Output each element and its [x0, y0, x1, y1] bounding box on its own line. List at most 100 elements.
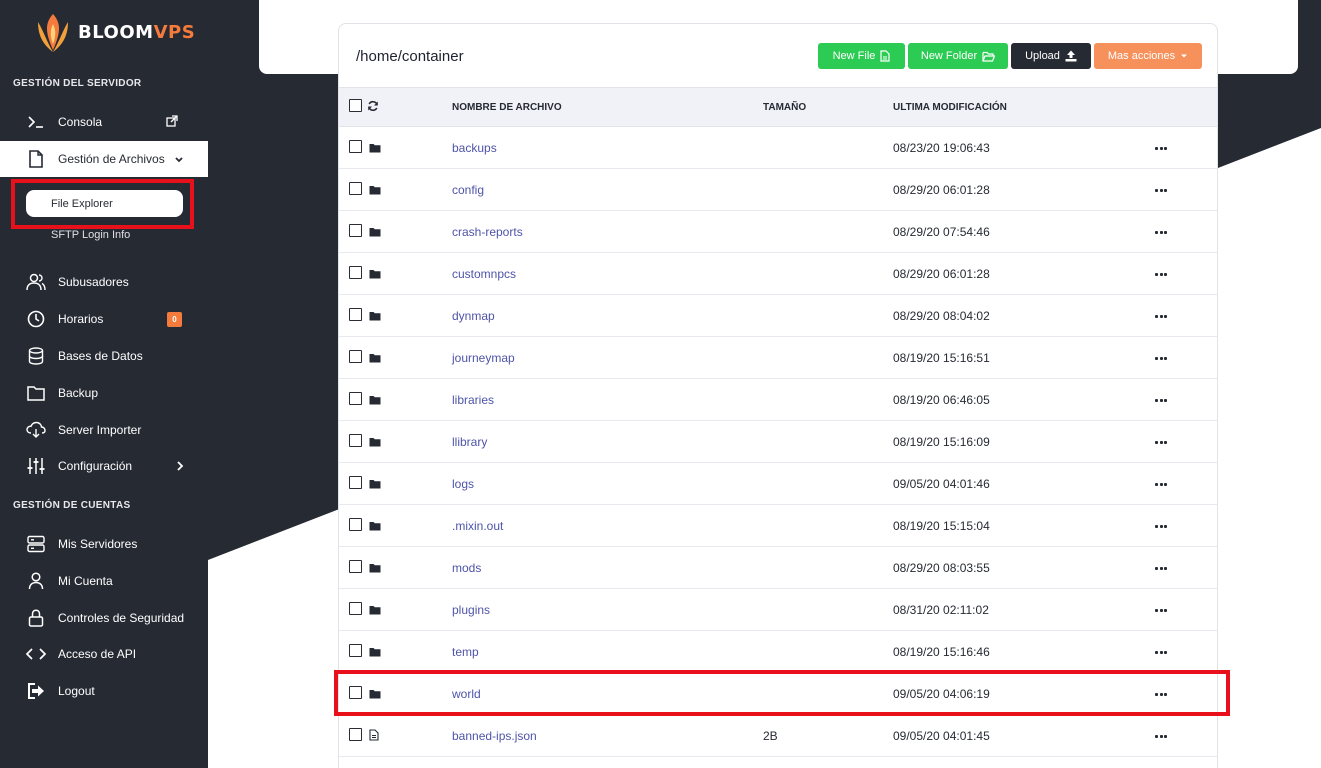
file-row[interactable]: config 08/29/20 06:01:28	[339, 169, 1217, 211]
more-options-icon[interactable]	[1155, 187, 1167, 193]
row-checkbox[interactable]	[349, 602, 362, 615]
row-checkbox[interactable]	[349, 518, 362, 531]
row-checkbox[interactable]	[349, 308, 362, 321]
nav-item-consola[interactable]: Consola	[0, 104, 208, 140]
file-row[interactable]: banned-ips.json 2B 09/05/20 04:01:45	[339, 715, 1217, 757]
file-name-link[interactable]: temp	[452, 645, 479, 659]
row-checkbox[interactable]	[349, 728, 362, 741]
column-header-name[interactable]: NOMBRE DE ARCHIVO	[452, 102, 562, 113]
column-header-modified[interactable]: ULTIMA MODIFICACIÓN	[893, 102, 1007, 113]
nav-item-mi-cuenta[interactable]: Mi Cuenta	[0, 563, 208, 599]
row-checkbox[interactable]	[349, 266, 362, 279]
more-options-icon[interactable]	[1155, 355, 1167, 361]
file-row[interactable]: journeymap 08/19/20 15:16:51	[339, 337, 1217, 379]
file-modified-date: 09/05/20 04:06:19	[893, 687, 990, 701]
file-row[interactable]: libraries 08/19/20 06:46:05	[339, 379, 1217, 421]
nav-label: Subusadores	[58, 275, 129, 289]
nav-item-server-importer[interactable]: Server Importer	[0, 412, 208, 448]
file-row[interactable]: world 09/05/20 04:06:19	[339, 673, 1217, 715]
nav-item-controles-seguridad[interactable]: Controles de Seguridad	[0, 600, 208, 636]
file-name-link[interactable]: .mixin.out	[452, 519, 503, 533]
more-options-icon[interactable]	[1155, 439, 1167, 445]
upload-button[interactable]: Upload	[1011, 43, 1091, 69]
more-actions-button[interactable]: Mas acciones	[1094, 43, 1202, 69]
file-row[interactable]: logs 09/05/20 04:01:46	[339, 463, 1217, 505]
sub-item-sftp[interactable]: SFTP Login Info	[26, 221, 183, 248]
file-icon	[369, 729, 379, 744]
file-name-link[interactable]: backups	[452, 141, 497, 155]
nav-item-mis-servidores[interactable]: Mis Servidores	[0, 526, 208, 562]
nav-label: Logout	[58, 684, 95, 698]
file-row[interactable]: temp 08/19/20 15:16:46	[339, 631, 1217, 673]
file-name-link[interactable]: customnpcs	[452, 267, 516, 281]
file-name-link[interactable]: libraries	[452, 393, 494, 407]
more-options-icon[interactable]	[1155, 397, 1167, 403]
row-checkbox[interactable]	[349, 476, 362, 489]
nav-label: Acceso de API	[58, 647, 137, 661]
row-checkbox[interactable]	[349, 350, 362, 363]
file-name-link[interactable]: config	[452, 183, 484, 197]
file-name-link[interactable]: world	[452, 687, 481, 701]
file-name-link[interactable]: crash-reports	[452, 225, 523, 239]
row-checkbox[interactable]	[349, 560, 362, 573]
file-row[interactable]: llibrary 08/19/20 15:16:09	[339, 421, 1217, 463]
more-options-icon[interactable]	[1155, 691, 1167, 697]
nav-item-subusuarios[interactable]: Subusadores	[0, 264, 208, 300]
file-modified-date: 09/05/20 04:01:46	[893, 477, 990, 491]
row-checkbox[interactable]	[349, 686, 362, 699]
file-row[interactable]: plugins 08/31/20 02:11:02	[339, 589, 1217, 631]
file-row[interactable]: dynmap 08/29/20 08:04:02	[339, 295, 1217, 337]
row-checkbox[interactable]	[349, 182, 362, 195]
nav-item-logout[interactable]: Logout	[0, 673, 208, 709]
sub-item-file-explorer[interactable]: File Explorer	[26, 190, 183, 217]
row-checkbox[interactable]	[349, 434, 362, 447]
section-title-accounts: GESTIÓN DE CUENTAS	[13, 500, 131, 511]
column-header-size[interactable]: TAMAÑO	[763, 102, 806, 113]
more-options-icon[interactable]	[1155, 313, 1167, 319]
file-name-link[interactable]: mods	[452, 561, 481, 575]
nav-item-horarios[interactable]: Horarios 0	[0, 301, 208, 337]
more-options-icon[interactable]	[1155, 733, 1167, 739]
users-icon	[26, 272, 46, 292]
more-options-icon[interactable]	[1155, 649, 1167, 655]
file-name-link[interactable]: dynmap	[452, 309, 495, 323]
file-row[interactable]: .mixin.out 08/19/20 15:15:04	[339, 505, 1217, 547]
table-header: NOMBRE DE ARCHIVO TAMAÑO ULTIMA MODIFICA…	[339, 88, 1217, 127]
file-name-link[interactable]: journeymap	[452, 351, 515, 365]
more-options-icon[interactable]	[1155, 229, 1167, 235]
file-row[interactable]: customnpcs 08/29/20 06:01:28	[339, 253, 1217, 295]
file-row[interactable]: mods 08/29/20 08:03:55	[339, 547, 1217, 589]
nav-item-backup[interactable]: Backup	[0, 375, 208, 411]
row-checkbox[interactable]	[349, 644, 362, 657]
more-options-icon[interactable]	[1155, 607, 1167, 613]
more-options-icon[interactable]	[1155, 565, 1167, 571]
new-folder-button[interactable]: New Folder	[908, 43, 1008, 69]
row-checkbox[interactable]	[349, 392, 362, 405]
more-options-icon[interactable]	[1155, 145, 1167, 151]
cloud-download-icon	[26, 420, 46, 440]
file-modified-date: 08/19/20 06:46:05	[893, 393, 990, 407]
nav-item-bases-datos[interactable]: Bases de Datos	[0, 338, 208, 374]
refresh-icon[interactable]	[367, 100, 379, 115]
upload-icon	[1065, 50, 1077, 62]
brand-logo[interactable]: BLOOMVPS	[32, 8, 195, 56]
nav-label: Configuración	[58, 459, 133, 473]
file-name-link[interactable]: logs	[452, 477, 474, 491]
new-file-button[interactable]: New File	[818, 43, 905, 69]
file-row[interactable]: backups 08/23/20 19:06:43	[339, 127, 1217, 169]
nav-item-configuracion[interactable]: Configuración	[0, 448, 208, 484]
row-checkbox[interactable]	[349, 140, 362, 153]
file-row[interactable]: crash-reports 08/29/20 07:54:46	[339, 211, 1217, 253]
more-options-icon[interactable]	[1155, 271, 1167, 277]
file-name-link[interactable]: banned-ips.json	[452, 729, 537, 743]
nav-item-gestion-archivos[interactable]: Gestión de Archivos	[0, 141, 208, 177]
nav-item-acceso-api[interactable]: Acceso de API	[0, 636, 208, 672]
file-name-link[interactable]: llibrary	[452, 435, 487, 449]
folder-icon	[369, 646, 381, 660]
file-name-link[interactable]: plugins	[452, 603, 490, 617]
select-all-checkbox[interactable]	[349, 99, 362, 112]
sliders-icon	[26, 456, 46, 476]
more-options-icon[interactable]	[1155, 481, 1167, 487]
more-options-icon[interactable]	[1155, 523, 1167, 529]
row-checkbox[interactable]	[349, 224, 362, 237]
